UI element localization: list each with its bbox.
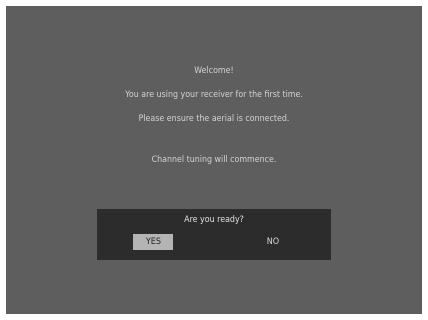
ready-dialog: Are you ready? YES NO: [97, 209, 331, 260]
tv-screen: Welcome! You are using your receiver for…: [6, 6, 422, 314]
no-button-label: NO: [266, 237, 280, 247]
channel-tuning-notice: Channel tuning will commence.: [151, 155, 277, 165]
yes-button-label: YES: [145, 237, 161, 247]
dialog-question: Are you ready?: [184, 215, 244, 225]
yes-button[interactable]: YES: [133, 234, 173, 250]
aerial-notice: Please ensure the aerial is connected.: [138, 114, 290, 124]
welcome-title: Welcome!: [194, 66, 234, 76]
no-button[interactable]: NO: [253, 234, 293, 250]
first-time-notice: You are using your receiver for the firs…: [125, 90, 303, 100]
welcome-message: Welcome! You are using your receiver for…: [6, 64, 422, 136]
